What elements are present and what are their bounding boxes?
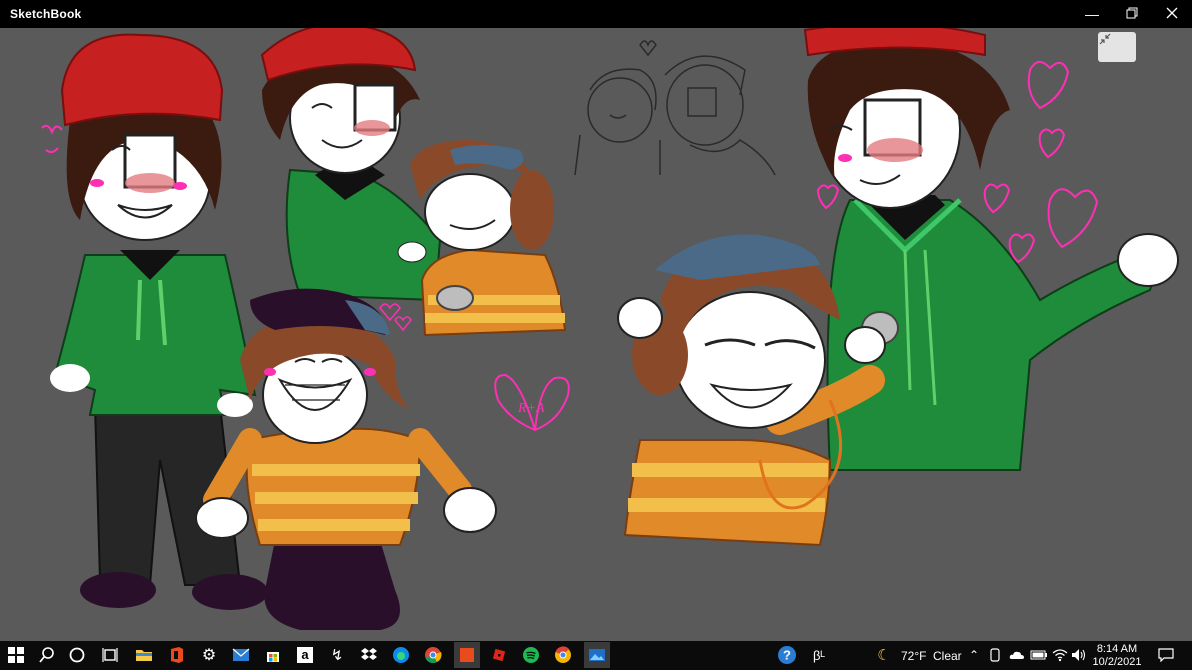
meet-now-icon bbox=[990, 648, 1000, 662]
chrome-icon bbox=[425, 647, 442, 664]
artwork: R+A bbox=[41, 28, 1179, 630]
amazon-icon: a bbox=[297, 647, 313, 663]
weather-button[interactable]: ☾ bbox=[873, 644, 895, 666]
wifi-icon bbox=[1052, 649, 1068, 662]
people-button[interactable]: βᴸ bbox=[808, 644, 830, 666]
drawing-canvas[interactable]: R+A bbox=[0, 28, 1192, 641]
office-button[interactable] bbox=[166, 644, 188, 666]
notification-icon bbox=[1158, 648, 1174, 662]
roblox-icon bbox=[492, 648, 506, 662]
amazon-button[interactable]: a bbox=[294, 644, 316, 666]
file-explorer-icon bbox=[136, 650, 152, 661]
window-title: SketchBook bbox=[10, 7, 82, 21]
edge-icon bbox=[393, 647, 409, 663]
task-view-icon bbox=[102, 648, 118, 662]
chrome-icon-2 bbox=[555, 646, 571, 663]
store-icon bbox=[267, 652, 279, 662]
minimize-icon: — bbox=[1085, 6, 1099, 22]
onedrive-button[interactable] bbox=[1006, 644, 1028, 666]
restore-button[interactable] bbox=[1112, 0, 1152, 28]
lightning-app-button[interactable]: ↯ bbox=[326, 644, 348, 666]
volume-button[interactable] bbox=[1068, 644, 1090, 666]
dropbox-icon bbox=[361, 648, 377, 660]
svg-text:?: ? bbox=[783, 648, 791, 663]
lightning-icon: ↯ bbox=[330, 647, 344, 664]
store-button[interactable] bbox=[262, 644, 284, 666]
help-icon: ? bbox=[778, 646, 796, 664]
search-button[interactable] bbox=[36, 644, 58, 666]
volume-icon bbox=[1072, 649, 1086, 661]
mail-button[interactable] bbox=[230, 644, 252, 666]
onedrive-icon bbox=[1009, 651, 1024, 659]
gray-sketch bbox=[574, 40, 776, 176]
photos-button[interactable] bbox=[584, 642, 610, 668]
search-icon bbox=[39, 647, 54, 663]
battery-button[interactable] bbox=[1028, 644, 1050, 666]
orange-app-button[interactable] bbox=[454, 642, 480, 668]
weather-condition[interactable]: Clear bbox=[933, 649, 962, 663]
weather-temperature[interactable]: 72°F bbox=[901, 649, 926, 663]
clock-date: 10/2/2021 bbox=[1092, 656, 1142, 668]
taskbar: ⚙ a ↯ ? βᴸ ☾ 72°F Clear ⌃ 8:14 AM 10/2/2… bbox=[0, 641, 1192, 670]
cortana-icon bbox=[69, 647, 85, 663]
minimize-button[interactable]: — bbox=[1072, 0, 1112, 28]
help-button[interactable]: ? bbox=[776, 644, 798, 666]
cortana-button[interactable] bbox=[66, 644, 88, 666]
meet-now-button[interactable] bbox=[984, 644, 1006, 666]
spotify-icon bbox=[523, 647, 539, 663]
clock[interactable]: 8:14 AM 10/2/2021 bbox=[1088, 643, 1146, 669]
windows-start-icon bbox=[8, 647, 24, 663]
heart-text: R+A bbox=[517, 401, 545, 416]
photos-icon bbox=[589, 649, 605, 661]
clock-time: 8:14 AM bbox=[1096, 643, 1138, 655]
spotify-button[interactable] bbox=[520, 644, 542, 666]
title-bar: SketchBook — bbox=[0, 0, 1192, 28]
task-view-button[interactable] bbox=[99, 644, 121, 666]
file-explorer-button[interactable] bbox=[133, 644, 155, 666]
app-orange-icon bbox=[460, 648, 474, 662]
exit-fullscreen-button[interactable] bbox=[1098, 32, 1136, 62]
notification-button[interactable] bbox=[1155, 644, 1177, 666]
edge-button[interactable] bbox=[390, 644, 412, 666]
dropbox-button[interactable] bbox=[358, 644, 380, 666]
chrome-button[interactable] bbox=[422, 644, 444, 666]
show-hidden-icons-button[interactable]: ⌃ bbox=[963, 644, 985, 666]
roblox-button[interactable] bbox=[488, 644, 510, 666]
chevron-up-icon: ⌃ bbox=[968, 648, 980, 662]
mail-icon bbox=[232, 648, 250, 661]
close-button[interactable] bbox=[1152, 0, 1192, 28]
people-icon: βᴸ bbox=[812, 647, 826, 663]
office-icon bbox=[171, 647, 183, 663]
battery-icon bbox=[1030, 650, 1047, 660]
windows-start-button[interactable] bbox=[5, 644, 27, 666]
restore-icon bbox=[1126, 6, 1138, 22]
settings-icon: ⚙ bbox=[201, 647, 217, 664]
moon-icon: ☾ bbox=[877, 647, 891, 664]
close-icon bbox=[1166, 6, 1178, 22]
heart-doodle: R+A bbox=[494, 373, 570, 432]
character-hug-right bbox=[617, 28, 1179, 547]
chrome-button-2[interactable] bbox=[552, 644, 574, 666]
settings-button[interactable]: ⚙ bbox=[198, 644, 220, 666]
